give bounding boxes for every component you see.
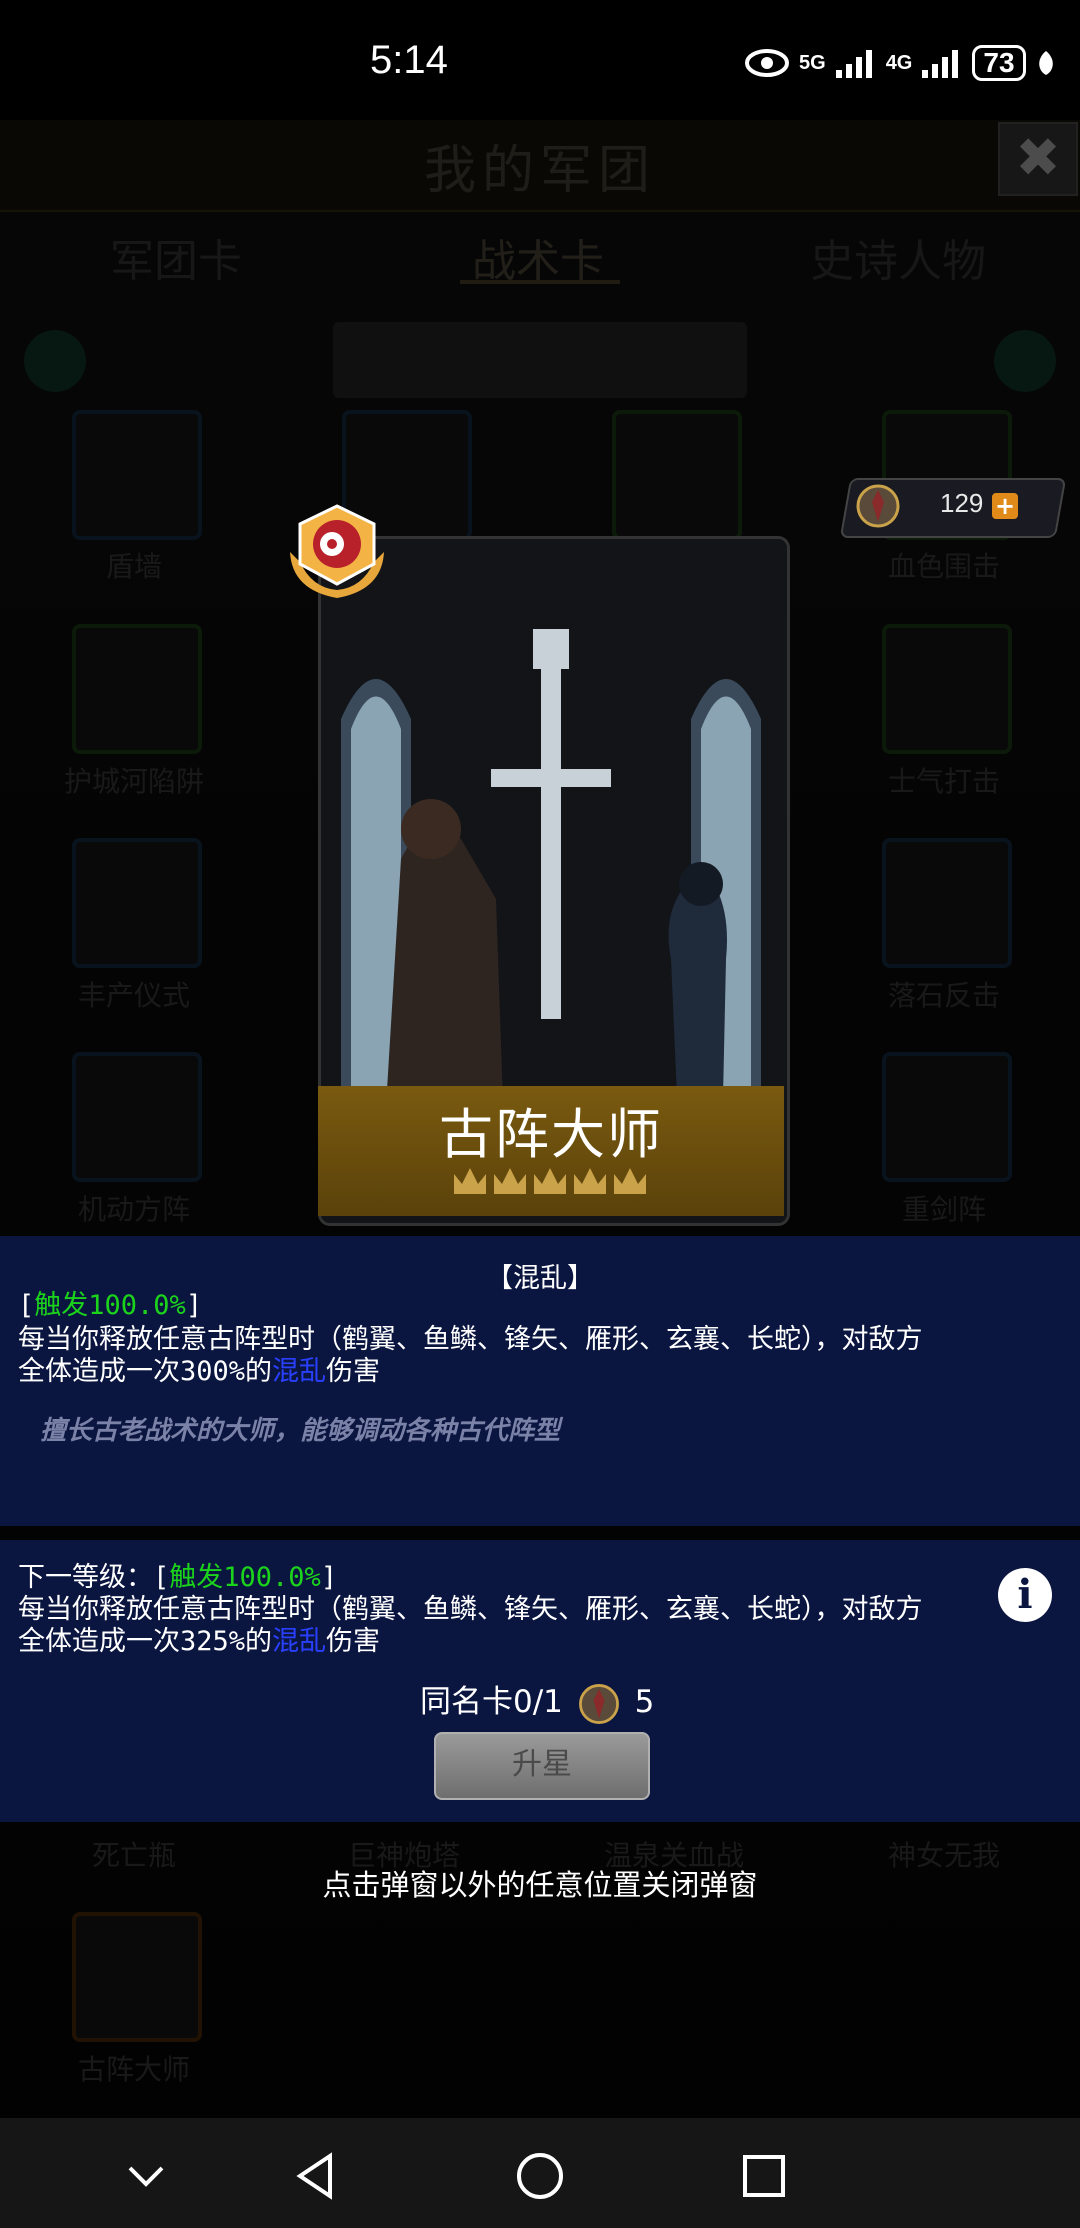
leaf-icon — [1038, 51, 1053, 75]
next-effect-line2: 全体造成一次325%的混乱伤害 — [18, 1626, 380, 1658]
add-currency-button[interactable]: + — [992, 493, 1018, 519]
current-effect-line2: 全体造成一次300%的混乱伤害 — [18, 1356, 380, 1388]
back-icon[interactable] — [286, 2146, 346, 2206]
close-hint: 点击弹窗以外的任意位置关闭弹窗 — [322, 1868, 758, 1902]
effect-text: 全体造成一次325%的 — [18, 1626, 273, 1657]
card-name: 古阵大师 — [439, 1103, 663, 1166]
lore-text: 擅长古老战术的大师，能够调动各种古代阵型 — [40, 1416, 561, 1446]
chevron-down-icon[interactable] — [116, 2146, 176, 2206]
duplicate-count: 同名卡0/1 — [420, 1684, 563, 1720]
next-trigger-line: 下一等级：[触发100.0%] — [18, 1562, 337, 1594]
trigger-chance: 触发100.0% — [169, 1562, 321, 1593]
upgrade-star-button[interactable]: 升星 — [434, 1732, 650, 1800]
next-level-label: 下一等级：[ — [18, 1562, 170, 1593]
crest-icon — [856, 484, 900, 528]
keyword-chaos: 混乱 — [272, 1356, 327, 1387]
eye-icon — [745, 49, 789, 77]
currency-amount: 129 — [940, 488, 984, 518]
next-effect-line1: 每当你释放任意古阵型时（鹤翼、鱼鳞、锋矢、雁形、玄襄、长蛇），对敌方 — [18, 1594, 923, 1625]
signal-icon — [835, 50, 872, 78]
status-icons: 5G 4G 73 — [745, 40, 1056, 86]
effect-text: 伤害 — [326, 1626, 381, 1657]
home-icon[interactable] — [510, 2146, 570, 2206]
recents-icon[interactable] — [734, 2146, 794, 2206]
duplicate-cost: 5 — [634, 1684, 655, 1720]
network-5g: 5G — [799, 51, 826, 74]
keyword-chaos: 混乱 — [272, 1626, 327, 1657]
clock: 5:14 — [370, 38, 448, 82]
effect-text: 全体造成一次300%的 — [18, 1356, 273, 1387]
signal-icon-2 — [922, 50, 959, 78]
bracket: ] — [320, 1562, 338, 1593]
trigger-chance: 触发100.0% — [34, 1290, 186, 1321]
network-4g: 4G — [885, 51, 913, 74]
current-trigger-line: [触发100.0%] — [18, 1290, 202, 1322]
rarity-badge-icon — [290, 504, 384, 598]
duplicate-card-row: 同名卡0/1 5 — [420, 1676, 654, 1730]
effect-text: 伤害 — [326, 1356, 381, 1387]
rank-crowns-icon — [454, 1168, 646, 1194]
info-icon[interactable]: i — [998, 1568, 1052, 1622]
current-effect-line1: 每当你释放任意古阵型时（鹤翼、鱼鳞、锋矢、雁形、玄襄、长蛇），对敌方 — [18, 1324, 923, 1355]
bracket: [ — [18, 1290, 35, 1321]
battery-indicator: 73 — [972, 45, 1026, 81]
bracket: ] — [185, 1290, 203, 1321]
crest-icon — [578, 1683, 619, 1724]
